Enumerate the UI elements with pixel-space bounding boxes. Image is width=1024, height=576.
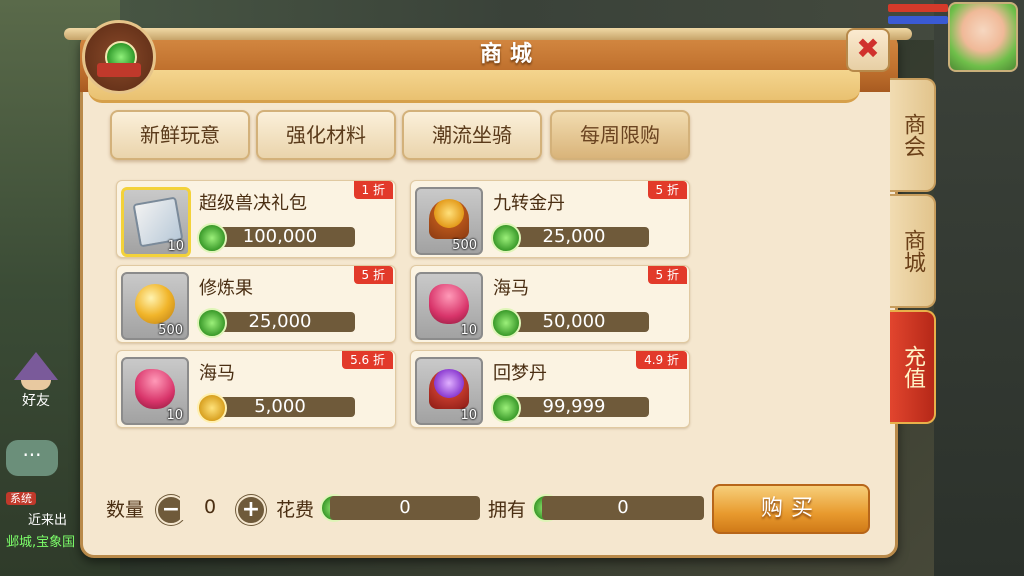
side-tab-guild-shop[interactable]: 商会 <box>890 78 936 192</box>
scroll-banner-decoration <box>88 70 860 103</box>
item-price: 25,000 <box>499 227 649 247</box>
item-price: 25,000 <box>205 312 355 332</box>
increase-quantity-button[interactable]: + <box>236 495 266 525</box>
seahorse-icon: 10 <box>415 272 483 340</box>
item-name: 回梦丹 <box>493 363 547 384</box>
golden-pill-chest-icon: 500 <box>415 187 483 255</box>
item-price: 99,999 <box>499 397 649 417</box>
tab-trendy-mounts[interactable]: 潮流坐骑 <box>402 110 542 160</box>
side-tab-recharge[interactable]: 充值 <box>890 310 936 424</box>
item-name: 九转金丹 <box>493 193 565 214</box>
discount-badge: 5 折 <box>647 266 687 284</box>
shop-item[interactable]: 10 海马 5.6 折 5,000 <box>116 350 396 428</box>
purple-pearl-chest-icon: 10 <box>415 357 483 425</box>
item-price: 50,000 <box>499 312 649 332</box>
discount-badge: 5 折 <box>353 266 393 284</box>
item-quantity: 500 <box>158 323 183 338</box>
item-name: 海马 <box>493 278 529 299</box>
shop-item[interactable]: 500 修炼果 5 折 25,000 <box>116 265 396 343</box>
item-quantity: 10 <box>166 408 183 423</box>
game-world-right <box>934 0 1024 576</box>
green-coin-icon <box>197 223 227 253</box>
cost-label: 花费 <box>276 499 315 521</box>
green-coin-icon <box>197 308 227 338</box>
item-quantity: 10 <box>460 408 477 423</box>
item-price: 100,000 <box>205 227 355 247</box>
tab-fresh-items[interactable]: 新鲜玩意 <box>110 110 250 160</box>
discount-badge: 5 折 <box>647 181 687 199</box>
gold-coin-icon <box>197 393 227 423</box>
green-coin-icon <box>491 393 521 423</box>
golden-fruit-icon: 500 <box>121 272 189 340</box>
item-quantity: 10 <box>167 239 184 254</box>
item-quantity: 10 <box>460 323 477 338</box>
pavilion-icon <box>97 63 141 77</box>
chat-bubble-icon[interactable]: ··· <box>6 440 58 476</box>
shop-emblem-icon <box>82 20 156 94</box>
owned-value: 0 <box>542 496 704 520</box>
shop-item[interactable]: 10 海马 5 折 50,000 <box>410 265 690 343</box>
item-name: 修炼果 <box>199 278 253 299</box>
friend-face-icon <box>21 380 51 390</box>
owned-label: 拥有 <box>488 499 527 521</box>
green-coin-icon <box>491 223 521 253</box>
cost-value: 0 <box>330 496 480 520</box>
quantity-label: 数量 <box>106 499 145 521</box>
shop-item[interactable]: 500 九转金丹 5 折 25,000 <box>410 180 690 258</box>
tab-enhance-materials[interactable]: 强化材料 <box>256 110 396 160</box>
close-button[interactable]: ✖ <box>846 28 890 72</box>
buy-button[interactable]: 购买 <box>712 484 870 534</box>
shop-item[interactable]: 10 回梦丹 4.9 折 99,999 <box>410 350 690 428</box>
friend-label: 好友 <box>22 393 50 409</box>
scroll-gift-icon: 10 <box>121 187 191 257</box>
chat-channel-tag: 系统 <box>6 492 36 505</box>
item-quantity: 500 <box>452 238 477 253</box>
wizard-hat-icon <box>14 352 58 380</box>
player-avatar[interactable] <box>948 2 1018 72</box>
green-coin-icon <box>491 308 521 338</box>
window-title: 商城 <box>479 42 540 67</box>
quantity-field[interactable]: 0 <box>180 494 240 520</box>
seahorse-icon: 10 <box>121 357 189 425</box>
discount-badge: 5.6 折 <box>342 351 393 369</box>
tab-weekly-limited[interactable]: 每周限购 <box>550 110 690 160</box>
item-price: 5,000 <box>205 397 355 417</box>
player-status-bars <box>888 4 948 28</box>
shop-item[interactable]: 10 超级兽决礼包 1 折 100,000 <box>116 180 396 258</box>
side-tab-mall[interactable]: 商城 <box>890 194 936 308</box>
item-name: 海马 <box>199 363 235 384</box>
discount-badge: 4.9 折 <box>636 351 687 369</box>
discount-badge: 1 折 <box>353 181 393 199</box>
item-name: 超级兽决礼包 <box>199 193 307 214</box>
friend-button[interactable]: 好友 <box>8 352 64 412</box>
